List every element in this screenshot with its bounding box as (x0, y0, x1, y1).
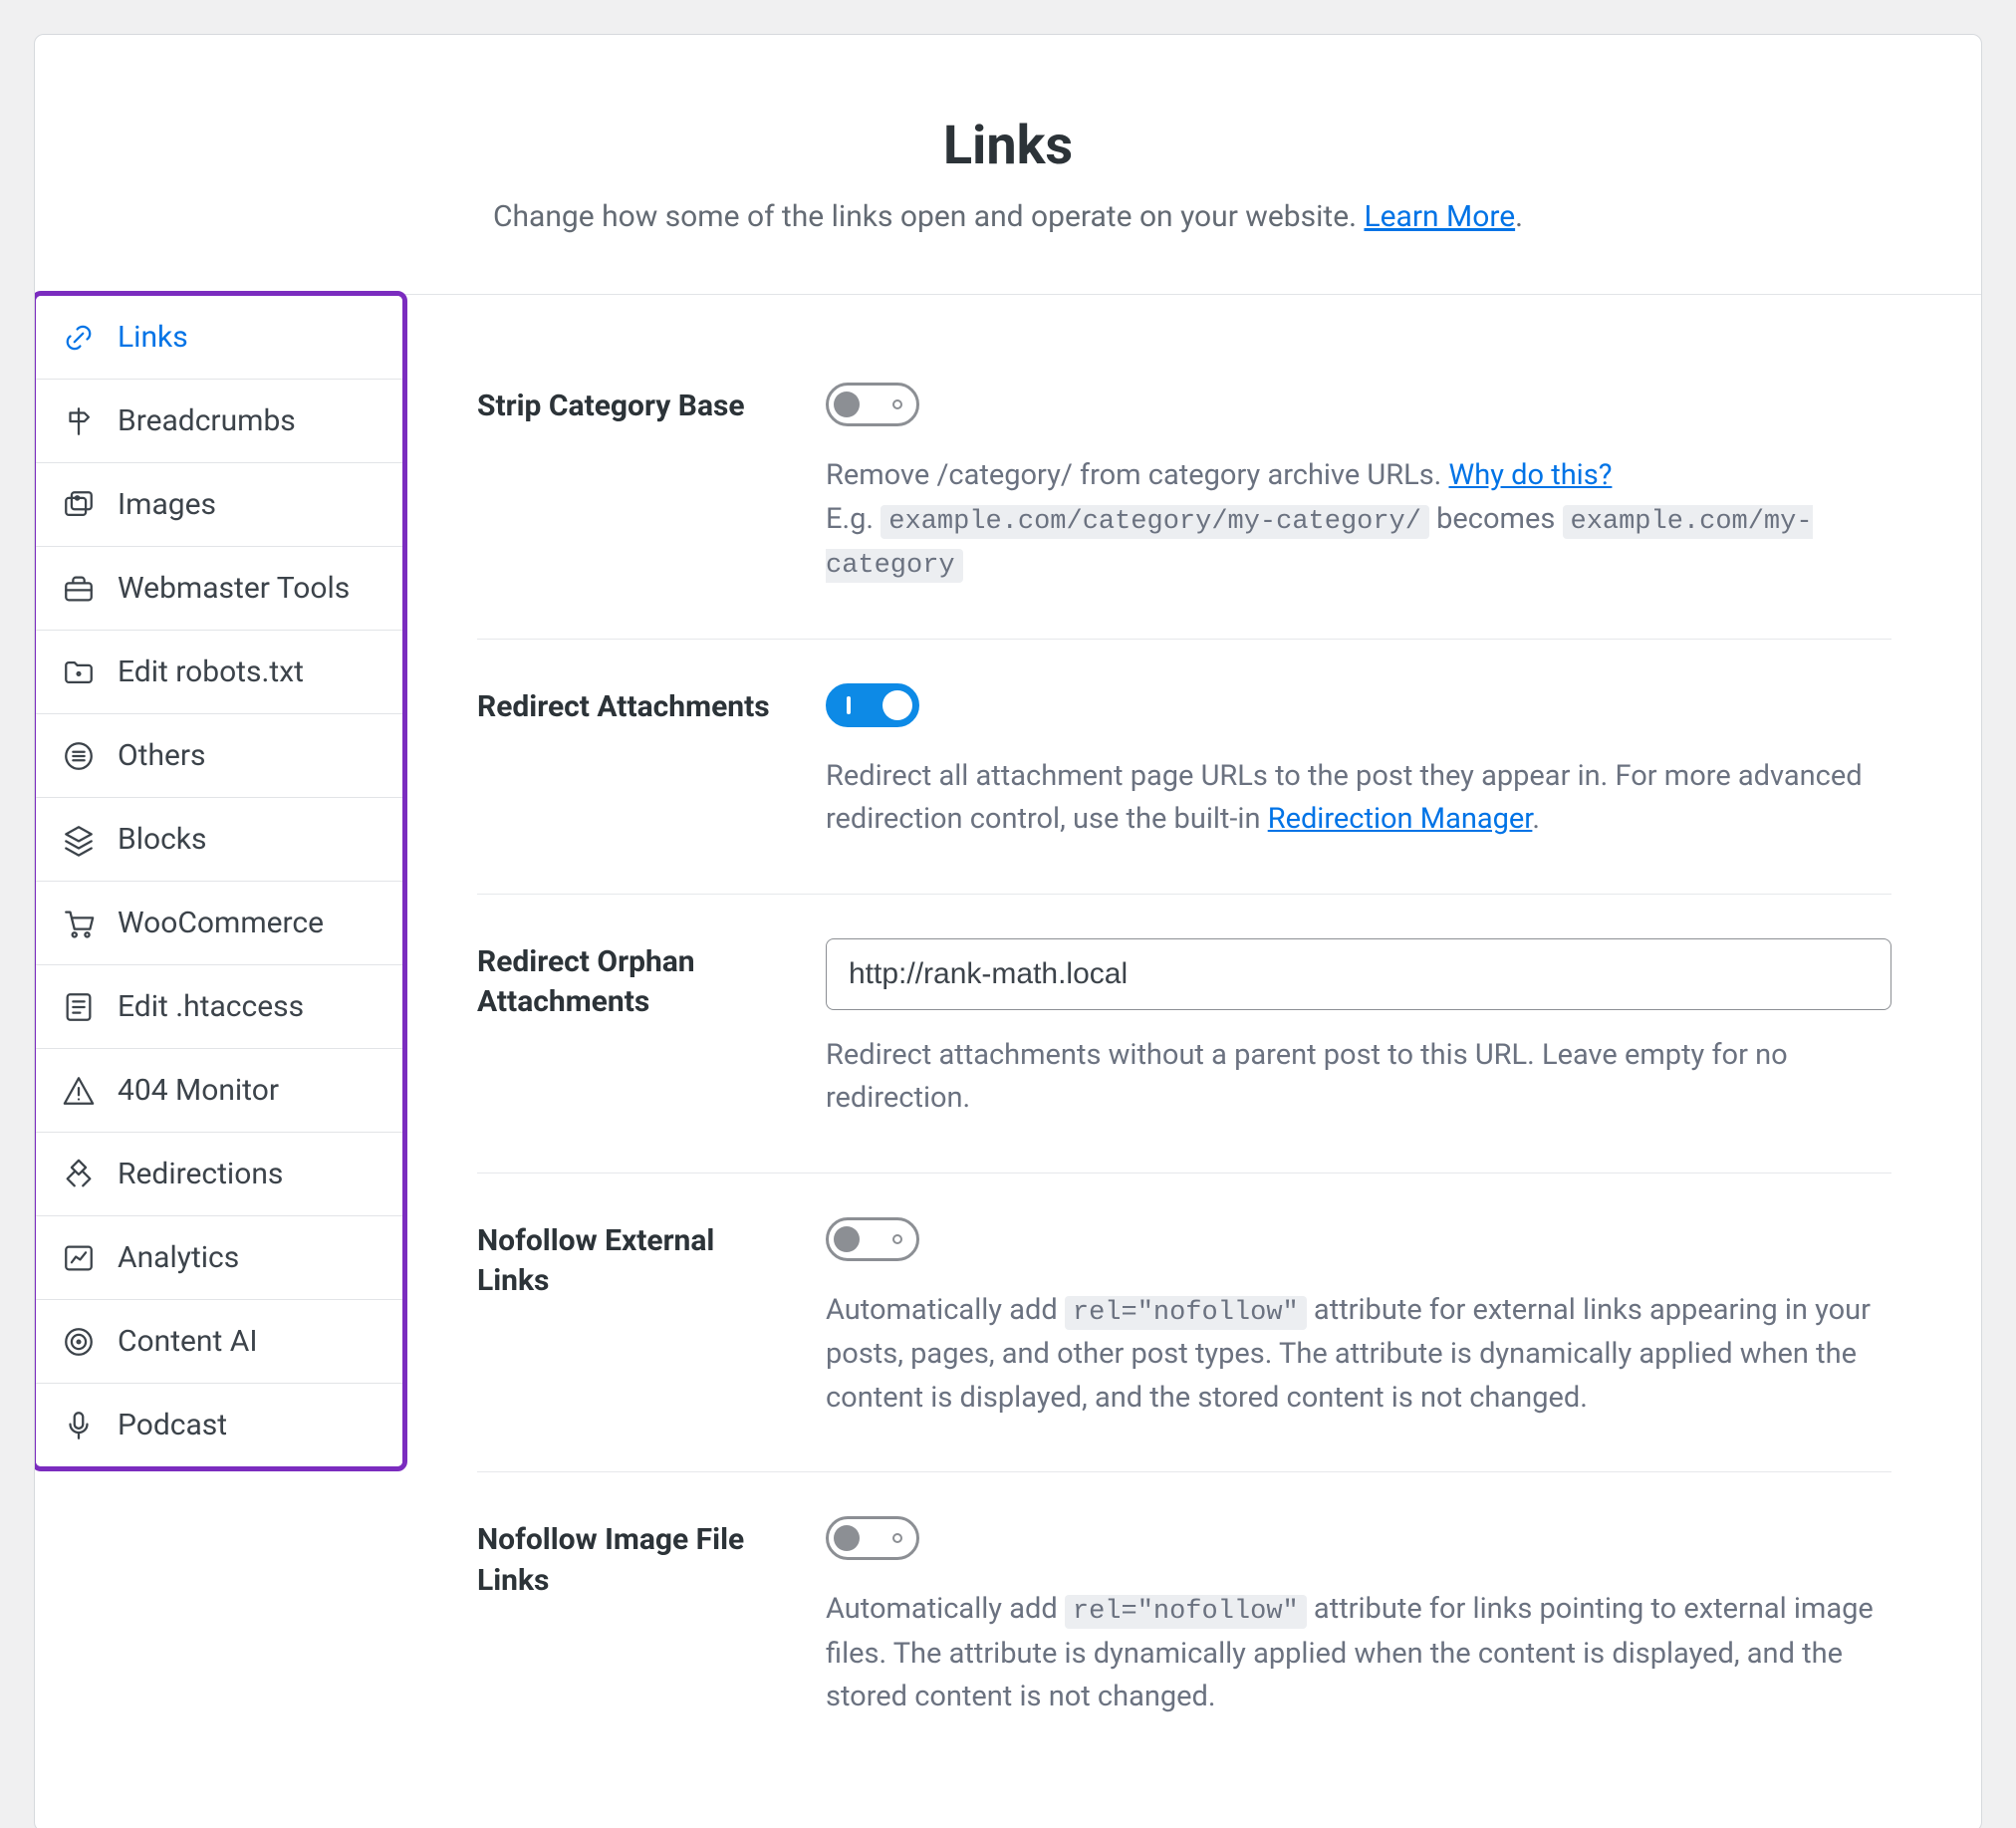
settings-sidebar: Links Breadcrumbs Images Webmaster Tools (34, 291, 407, 1471)
links-icon (62, 321, 96, 355)
setting-description: Redirect all attachment page URLs to the… (826, 755, 1891, 842)
setting-description: Remove /category/ from category archive … (826, 454, 1891, 587)
setting-redirect-attachments: Redirect Attachments Redirect all attach… (477, 640, 1891, 895)
sidebar-item-blocks[interactable]: Blocks (36, 798, 402, 882)
sidebar-item-woocommerce[interactable]: WooCommerce (36, 882, 402, 965)
setting-label: Redirect Attachments (477, 683, 786, 728)
page-body: Links Breadcrumbs Images Webmaster Tools (35, 295, 1981, 1828)
target-icon (62, 1325, 96, 1359)
sidebar-item-others[interactable]: Others (36, 714, 402, 798)
setting-label: Nofollow Image File Links (477, 1516, 786, 1601)
setting-label: Strip Category Base (477, 383, 786, 427)
sidebar-item-label: Webmaster Tools (118, 571, 350, 606)
sign-icon (62, 1158, 96, 1191)
images-icon (62, 488, 96, 522)
sidebar-item-webmaster-tools[interactable]: Webmaster Tools (36, 547, 402, 631)
list-icon (62, 739, 96, 773)
setting-control: Remove /category/ from category archive … (826, 383, 1891, 587)
sidebar-item-content-ai[interactable]: Content AI (36, 1300, 402, 1384)
sidebar-item-label: Analytics (118, 1240, 239, 1275)
sidebar-item-breadcrumbs[interactable]: Breadcrumbs (36, 380, 402, 463)
settings-card: Links Change how some of the links open … (34, 34, 1982, 1828)
sidebar-item-label: Edit .htaccess (118, 989, 304, 1024)
setting-control: Redirect all attachment page URLs to the… (826, 683, 1891, 842)
sidebar-item-redirections[interactable]: Redirections (36, 1133, 402, 1216)
setting-nofollow-external-links: Nofollow External Links Automatically ad… (477, 1174, 1891, 1473)
sidebar-item-label: WooCommerce (118, 906, 324, 940)
subtitle-text: Change how some of the links open and op… (493, 199, 1365, 234)
nofollow-image-toggle[interactable] (826, 1516, 919, 1560)
redirection-manager-link[interactable]: Redirection Manager (1268, 802, 1533, 836)
sidebar-item-analytics[interactable]: Analytics (36, 1216, 402, 1300)
subtitle-period: . (1515, 199, 1523, 234)
signpost-icon (62, 404, 96, 438)
layers-icon (62, 823, 96, 857)
folder-code-icon (62, 655, 96, 689)
code-rel-nofollow: rel="nofollow" (1065, 1595, 1307, 1629)
sidebar-item-label: Podcast (118, 1408, 227, 1442)
learn-more-link[interactable]: Learn More (1364, 199, 1515, 234)
why-do-this-link[interactable]: Why do this? (1449, 458, 1613, 492)
sidebar-item-edit-htaccess[interactable]: Edit .htaccess (36, 965, 402, 1049)
code-rel-nofollow: rel="nofollow" (1065, 1296, 1307, 1330)
setting-nofollow-image-file-links: Nofollow Image File Links Automatically … (477, 1472, 1891, 1771)
setting-description: Automatically add rel="nofollow" attribu… (826, 1289, 1891, 1421)
setting-control: Automatically add rel="nofollow" attribu… (826, 1516, 1891, 1719)
setting-control: Redirect attachments without a parent po… (826, 938, 1891, 1121)
redirect-attachments-toggle[interactable] (826, 683, 919, 727)
sidebar-item-label: Links (118, 320, 188, 355)
nofollow-external-toggle[interactable] (826, 1217, 919, 1261)
sidebar-item-images[interactable]: Images (36, 463, 402, 547)
sidebar-item-label: Breadcrumbs (118, 403, 296, 438)
sidebar-item-links[interactable]: Links (36, 296, 402, 380)
toolbox-icon (62, 572, 96, 606)
setting-strip-category-base: Strip Category Base Remove /category/ fr… (477, 383, 1891, 640)
page-title: Links (95, 115, 1921, 177)
sidebar-item-label: Content AI (118, 1324, 257, 1359)
setting-label: Nofollow External Links (477, 1217, 786, 1302)
setting-control: Automatically add rel="nofollow" attribu… (826, 1217, 1891, 1421)
strip-category-base-toggle[interactable] (826, 383, 919, 426)
file-text-icon (62, 990, 96, 1024)
warning-icon (62, 1074, 96, 1108)
code-example-before: example.com/category/my-category/ (881, 505, 1429, 539)
sidebar-item-404-monitor[interactable]: 404 Monitor (36, 1049, 402, 1133)
sidebar-item-label: Others (118, 738, 206, 773)
sidebar-item-label: 404 Monitor (118, 1073, 279, 1108)
cart-icon (62, 907, 96, 940)
microphone-icon (62, 1409, 96, 1442)
redirect-orphan-url-input[interactable] (826, 938, 1891, 1010)
sidebar-item-edit-robots[interactable]: Edit robots.txt (36, 631, 402, 714)
page-header: Links Change how some of the links open … (35, 35, 1981, 295)
sidebar-item-label: Blocks (118, 822, 207, 857)
sidebar-item-podcast[interactable]: Podcast (36, 1384, 402, 1466)
page-subtitle: Change how some of the links open and op… (95, 199, 1921, 234)
setting-description: Redirect attachments without a parent po… (826, 1034, 1891, 1121)
chart-icon (62, 1241, 96, 1275)
setting-label: Redirect Orphan Attachments (477, 938, 786, 1023)
setting-redirect-orphan-attachments: Redirect Orphan Attachments Redirect att… (477, 895, 1891, 1174)
sidebar-item-label: Edit robots.txt (118, 654, 304, 689)
setting-description: Automatically add rel="nofollow" attribu… (826, 1588, 1891, 1719)
settings-content: Strip Category Base Remove /category/ fr… (407, 295, 1981, 1828)
sidebar-item-label: Images (118, 487, 216, 522)
sidebar-item-label: Redirections (118, 1157, 283, 1191)
